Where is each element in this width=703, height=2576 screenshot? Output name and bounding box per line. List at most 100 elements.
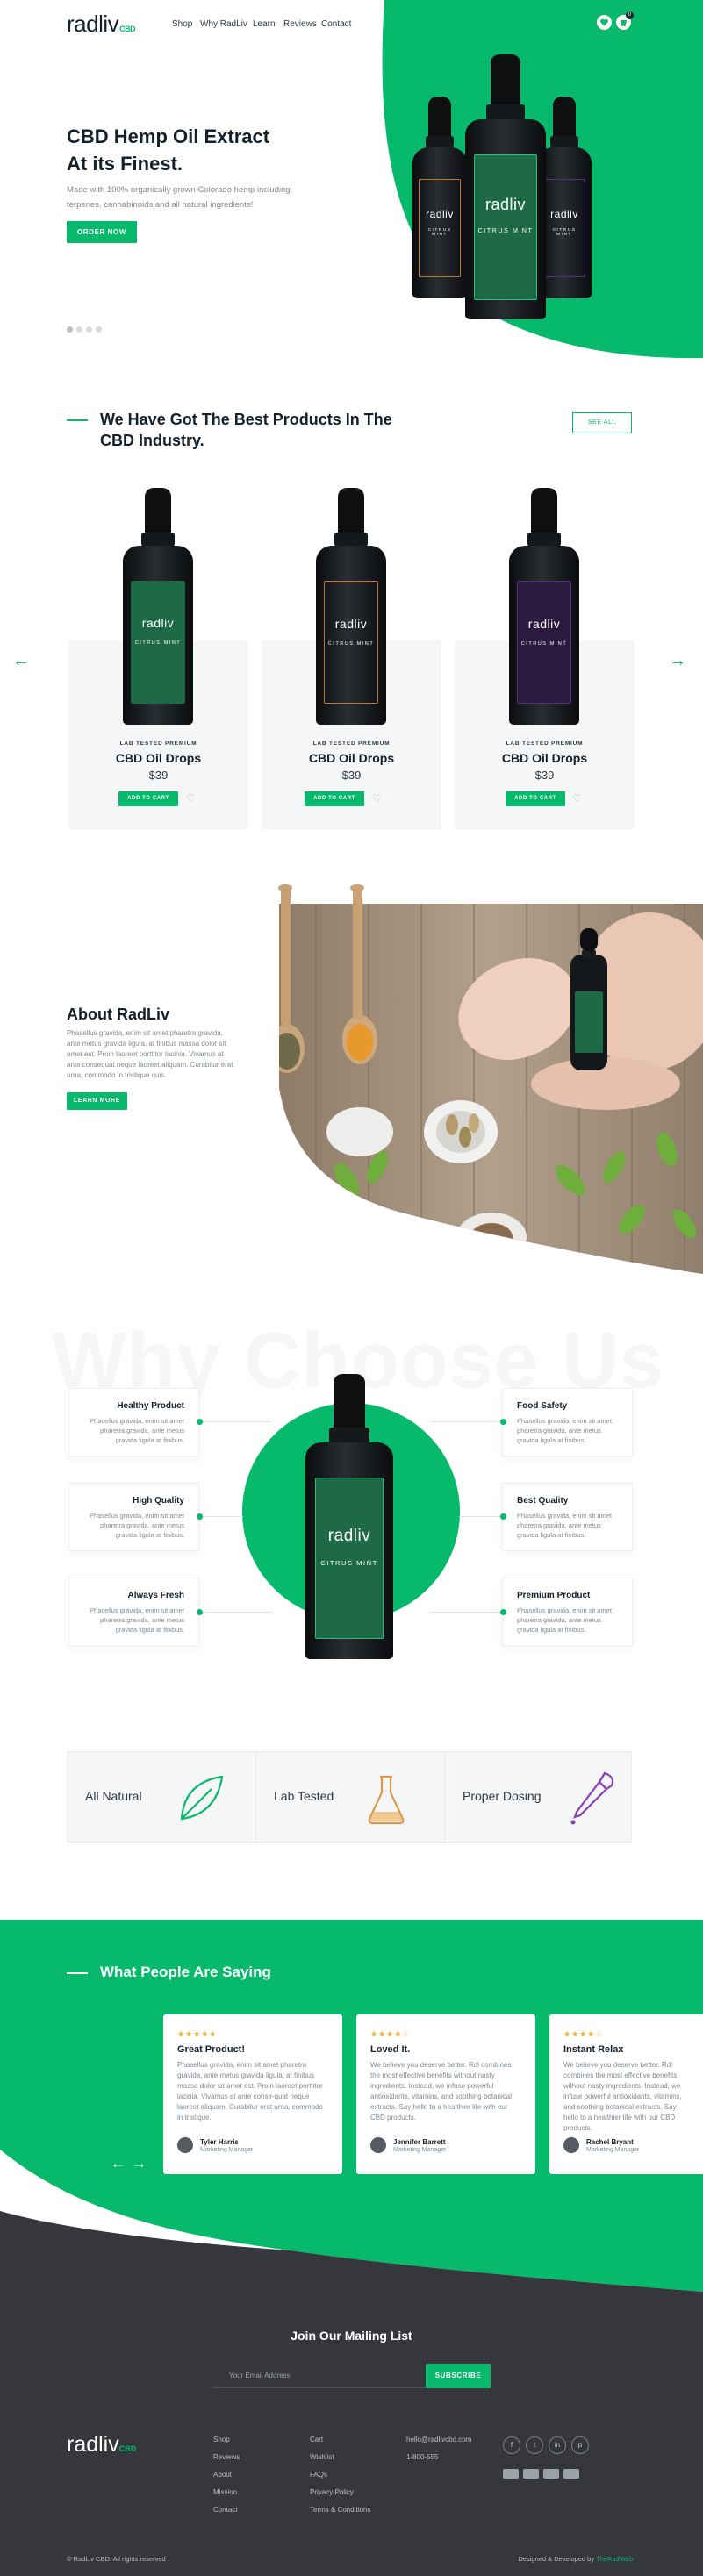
leaf-icon [180, 1775, 224, 1821]
subscribe-button[interactable]: SUBSCRIBE [426, 2364, 491, 2388]
wishlist-heart-icon[interactable]: ♡ [372, 793, 382, 804]
product-name[interactable]: CBD Oil Drops [262, 751, 441, 765]
nav-shop[interactable]: Shop [172, 19, 192, 29]
cart-icon[interactable]: 0 [616, 11, 634, 30]
footer-phone[interactable]: 1-800-555 [406, 2453, 438, 2461]
logo[interactable]: radlivCBD [67, 11, 136, 38]
feature-dot [197, 1419, 203, 1425]
footer-link[interactable]: Mission [213, 2488, 237, 2496]
slider-dot[interactable] [96, 326, 102, 333]
avatar [563, 2137, 579, 2153]
payment-card-icon [543, 2469, 559, 2479]
connector-line [199, 1612, 272, 1613]
credit: Designed & Developed by TheRadWeb [518, 2555, 633, 2563]
arrow-left-icon[interactable]: ← [111, 2155, 126, 2172]
hero-bottle-green: radliv CITRUS MINT [465, 54, 546, 319]
footer-link[interactable]: About [213, 2471, 232, 2479]
product-bottle: radliv CITRUS MINT [316, 488, 386, 725]
nav-why-radliv[interactable]: Why RadLiv [200, 19, 247, 29]
linkedin-icon[interactable]: in [549, 2436, 566, 2454]
footer-link[interactable]: Terms & Conditions [310, 2506, 370, 2514]
badge-divider [255, 1752, 256, 1843]
copyright: © RadLiv CBD. All rights reserved [67, 2555, 166, 2563]
about-title: About RadLiv [67, 1005, 169, 1023]
footer-link[interactable]: Wishlist [310, 2453, 334, 2461]
avatar [370, 2137, 386, 2153]
footer-logo[interactable]: radlivCBD [67, 2432, 136, 2458]
wishlist-heart-icon[interactable]: ♡ [186, 793, 196, 804]
arrow-right-icon[interactable]: → [669, 651, 686, 671]
learn-more-button[interactable]: LEARN MORE [67, 1092, 127, 1110]
feature-dot [500, 1419, 506, 1425]
arrow-left-icon[interactable]: ← [12, 651, 30, 671]
testimonial-card: ★★★★★ Great Product! Phasellus gravida, … [163, 2014, 342, 2174]
product-name[interactable]: CBD Oil Drops [68, 751, 248, 765]
footer-link[interactable]: Reviews [213, 2453, 240, 2461]
facebook-icon[interactable]: f [503, 2436, 520, 2454]
product-name[interactable]: CBD Oil Drops [455, 751, 635, 765]
section-divider [67, 419, 88, 421]
connector-line [199, 1421, 272, 1422]
testimonials-heading: What People Are Saying [100, 1964, 271, 1980]
why-bottle: radliv CITRUS MINT [305, 1374, 393, 1659]
arrow-right-icon[interactable]: → [132, 2155, 147, 2172]
wishlist-heart-icon[interactable]: ♡ [572, 793, 582, 804]
payment-card-icon [503, 2469, 519, 2479]
credit-link[interactable]: TheRadWeb [596, 2555, 633, 2563]
heart-icon[interactable] [597, 15, 612, 30]
twitter-icon[interactable]: t [526, 2436, 543, 2454]
testimonial-card: ★★★★☆ Instant Relax We believe you deser… [549, 2014, 703, 2174]
product-tag: LAB TESTED PREMIUM [312, 741, 391, 747]
nav-reviews[interactable]: Reviews [283, 19, 317, 29]
spoon-handle [281, 886, 291, 1027]
dropper-icon [570, 1771, 614, 1825]
feature-dot [197, 1609, 203, 1615]
hero-subtitle: Made with 100% organically grown Colorad… [67, 185, 291, 210]
cart-count-badge: 0 [626, 11, 634, 19]
section-divider [67, 1972, 88, 1974]
connector-line [199, 1516, 243, 1517]
order-now-button[interactable]: ORDER NOW [67, 221, 137, 243]
connector-line [430, 1421, 503, 1422]
email-input[interactable]: Your Email Address [213, 2364, 426, 2388]
slider-dot[interactable] [86, 326, 92, 333]
nav-contact[interactable]: Contact [321, 19, 351, 29]
pinterest-icon[interactable]: p [571, 2436, 589, 2454]
footer-link[interactable]: FAQs [310, 2471, 327, 2479]
nav-learn[interactable]: Learn [253, 19, 276, 29]
spoon-handle [353, 886, 362, 1020]
hero-title: CBD Hemp Oil Extract At its Finest. [67, 125, 270, 175]
footer-link[interactable]: Cart [310, 2436, 323, 2444]
add-to-cart-button[interactable]: ADD TO CART [305, 791, 364, 806]
feature-card: Always Fresh Phasellus gravida, enim sit … [68, 1578, 199, 1646]
slider-dot-active[interactable] [67, 326, 73, 333]
flask-icon [368, 1775, 405, 1825]
connector-line [430, 1612, 503, 1613]
product-bottle: radliv CITRUS MINT [509, 488, 579, 725]
add-to-cart-button[interactable]: ADD TO CART [118, 791, 178, 806]
footer-email[interactable]: hello@radlivcbd.com [406, 2436, 471, 2444]
about-text: Phasellus gravida, enim sit amet pharetr… [67, 1029, 233, 1079]
footer-link[interactable]: Privacy Policy [310, 2488, 354, 2496]
badge-label: All Natural [85, 1789, 142, 1803]
add-to-cart-button[interactable]: ADD TO CART [506, 791, 565, 806]
product-price: $39 [534, 769, 555, 782]
rating-stars: ★★★★☆ [370, 2029, 411, 2038]
feature-card: Premium Product Phasellus gravida, enim s… [502, 1578, 633, 1646]
footer-link[interactable]: Shop [213, 2436, 230, 2444]
feature-card: High Quality Phasellus gravida, enim sit … [68, 1483, 199, 1551]
feature-dot [197, 1513, 203, 1520]
background-shapes [0, 0, 703, 2576]
feature-card: Food Safety Phasellus gravida, enim sit a… [502, 1388, 633, 1456]
avatar [177, 2137, 193, 2153]
product-price: $39 [148, 769, 169, 782]
see-all-button[interactable]: SEE ALL [572, 412, 632, 433]
hero-bottle-orange: radliv CITRUS MINT [412, 97, 467, 298]
rating-stars: ★★★★☆ [563, 2029, 604, 2038]
products-heading: We Have Got The Best Products In The CBD… [100, 411, 392, 449]
testimonial-card: ★★★★☆ Loved It. We believe you deserve b… [356, 2014, 535, 2174]
slider-dot[interactable] [76, 326, 82, 333]
badge-label: Lab Tested [274, 1789, 334, 1803]
footer-link[interactable]: Contact [213, 2506, 238, 2514]
payment-card-icon [523, 2469, 539, 2479]
